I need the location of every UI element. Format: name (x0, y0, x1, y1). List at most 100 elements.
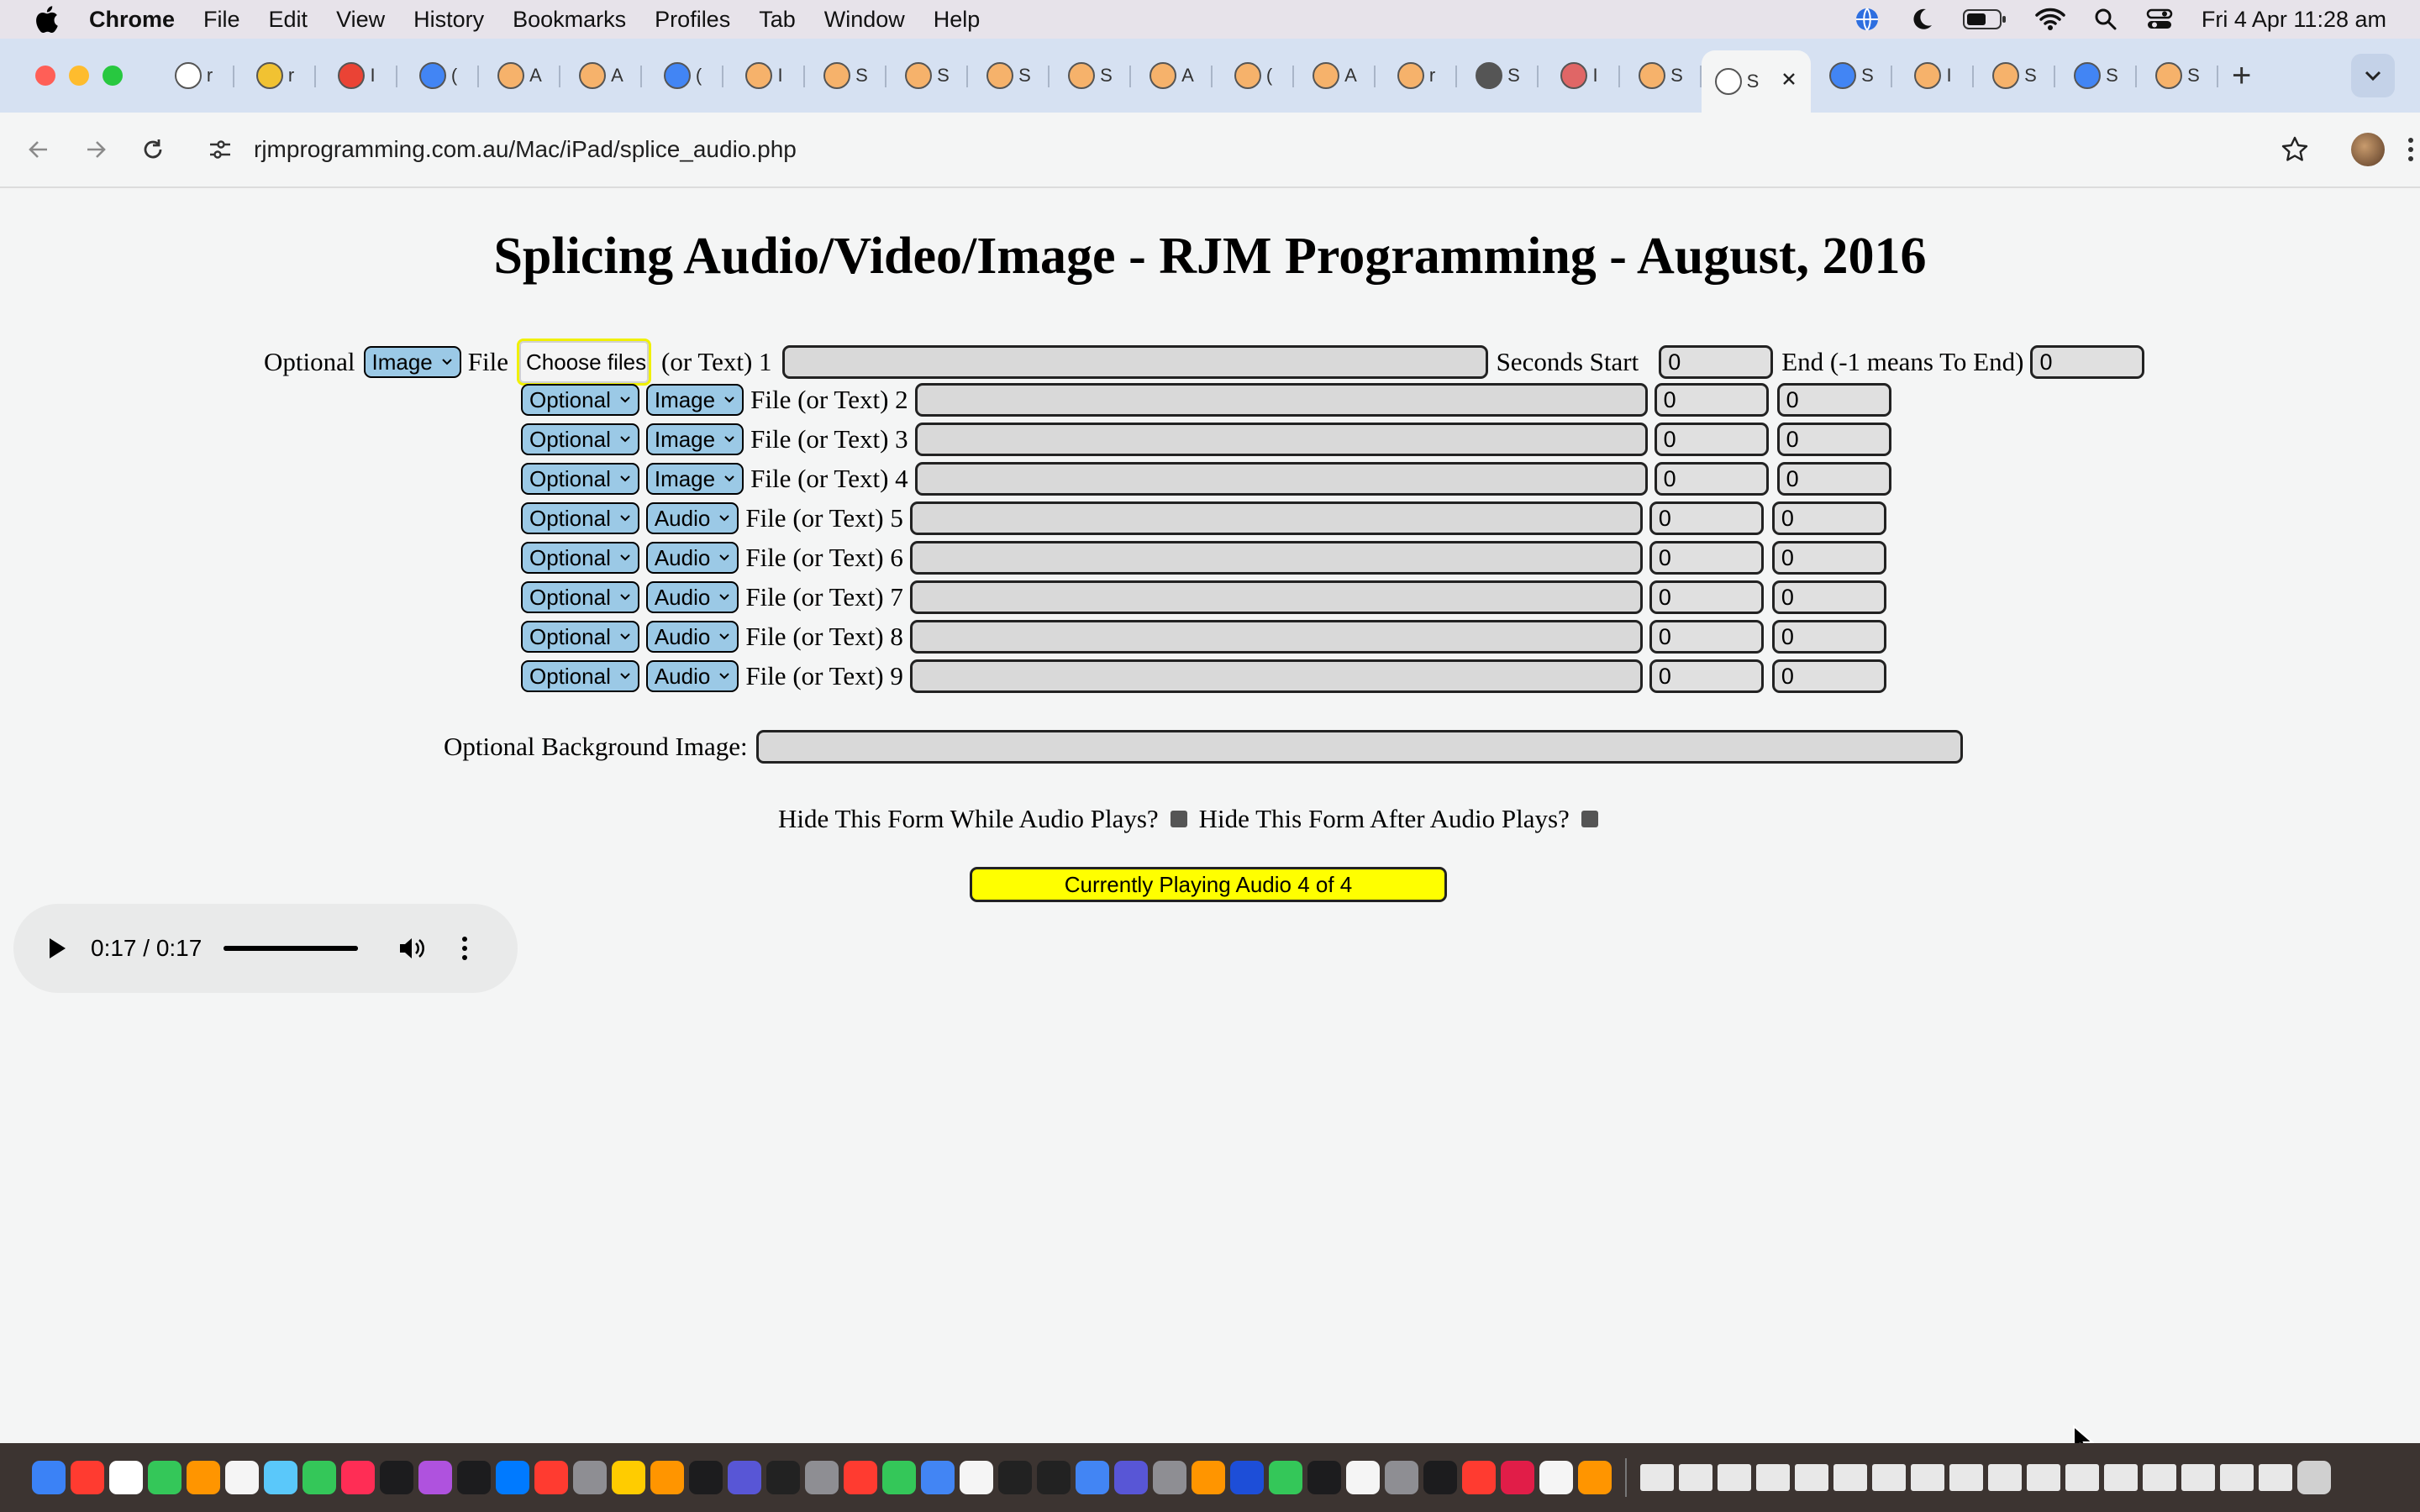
optional-select[interactable]: Optional (521, 581, 639, 613)
dock-app-icon[interactable] (573, 1461, 607, 1494)
optional-select[interactable]: Optional (521, 384, 639, 416)
menu-tab[interactable]: Tab (759, 7, 796, 33)
dock-app-icon[interactable] (921, 1461, 955, 1494)
play-icon[interactable] (47, 936, 72, 961)
start-seconds-input-6[interactable]: 0 (1649, 541, 1764, 575)
globe-icon[interactable] (1854, 6, 1881, 33)
back-button[interactable] (20, 131, 57, 168)
file-text-input-3[interactable] (914, 423, 1648, 456)
dock-minimized-window[interactable] (1911, 1464, 1944, 1491)
end-seconds-input-8[interactable]: 0 (1771, 620, 1886, 654)
dock-app-icon[interactable] (1076, 1461, 1109, 1494)
dock-app-icon[interactable] (766, 1461, 800, 1494)
start-seconds-input-1[interactable]: 0 (1659, 345, 1774, 379)
type-select[interactable]: Image (363, 346, 461, 378)
end-seconds-input-1[interactable]: 0 (2030, 345, 2145, 379)
tab[interactable]: S (1457, 49, 1539, 102)
type-select[interactable]: Audio (645, 502, 739, 534)
dock-minimized-window[interactable] (2143, 1464, 2176, 1491)
dock-app-icon[interactable] (264, 1461, 297, 1494)
type-select[interactable]: Image (645, 423, 744, 455)
menu-bookmarks[interactable]: Bookmarks (513, 7, 626, 33)
end-seconds-input-6[interactable]: 0 (1771, 541, 1886, 575)
type-select[interactable]: Audio (645, 621, 739, 653)
audio-more-options-icon[interactable] (462, 937, 468, 960)
address-bar[interactable]: rjmprogramming.com.au/Mac/iPad/splice_au… (197, 123, 2323, 176)
end-seconds-input-9[interactable]: 0 (1771, 659, 1886, 693)
dock-app-icon[interactable] (71, 1461, 104, 1494)
dock-minimized-window[interactable] (1988, 1464, 2022, 1491)
dock-app-icon[interactable] (109, 1461, 143, 1494)
dock-app-icon[interactable] (844, 1461, 877, 1494)
dock-app-icon[interactable] (496, 1461, 529, 1494)
tab-active[interactable]: S (1702, 50, 1811, 113)
url-text[interactable]: rjmprogramming.com.au/Mac/iPad/splice_au… (254, 136, 797, 163)
wifi-icon[interactable] (2035, 8, 2065, 31)
menu-help[interactable]: Help (934, 7, 981, 33)
tab[interactable]: S (2137, 49, 2218, 102)
dock-app-icon[interactable] (689, 1461, 723, 1494)
file-text-input-9[interactable] (909, 659, 1643, 693)
tab[interactable]: S (968, 49, 1050, 102)
menu-window[interactable]: Window (824, 7, 905, 33)
close-window-button[interactable] (35, 66, 55, 86)
dock-app-icon[interactable] (341, 1461, 375, 1494)
menu-file[interactable]: File (203, 7, 240, 33)
dock-minimized-window[interactable] (1640, 1464, 1674, 1491)
end-seconds-input-7[interactable]: 0 (1771, 580, 1886, 614)
dock-app-icon[interactable] (1578, 1461, 1612, 1494)
tab[interactable]: I (1539, 49, 1620, 102)
optional-select[interactable]: Optional (521, 423, 639, 455)
end-seconds-input-2[interactable]: 0 (1776, 383, 1891, 417)
tab[interactable]: A (1131, 49, 1213, 102)
tab[interactable]: S (1620, 49, 1702, 102)
dock-app-icon[interactable] (302, 1461, 336, 1494)
spotlight-search-icon[interactable] (2094, 8, 2118, 31)
dock-app-icon[interactable] (1539, 1461, 1573, 1494)
tab[interactable]: S (1811, 49, 1892, 102)
dock-app-icon[interactable] (534, 1461, 568, 1494)
dock-app-icon[interactable] (650, 1461, 684, 1494)
reload-button[interactable] (134, 131, 171, 168)
dock-minimized-window[interactable] (2027, 1464, 2060, 1491)
dock-minimized-window[interactable] (2259, 1464, 2292, 1491)
control-center-icon[interactable] (2146, 8, 2173, 31)
menu-clock[interactable]: Fri 4 Apr 11:28 am (2202, 7, 2386, 33)
dock-app-icon[interactable] (805, 1461, 839, 1494)
forward-button[interactable] (77, 131, 114, 168)
tab[interactable]: S (886, 49, 968, 102)
dock-app-icon[interactable] (1462, 1461, 1496, 1494)
tab[interactable]: S (2055, 49, 2137, 102)
dock-minimized-window[interactable] (2104, 1464, 2138, 1491)
optional-select[interactable]: Optional (521, 660, 639, 692)
dock-minimized-window[interactable] (1833, 1464, 1867, 1491)
dock-app-icon[interactable] (1501, 1461, 1534, 1494)
moon-icon[interactable] (1909, 7, 1934, 32)
tab[interactable]: I (316, 49, 397, 102)
audio-progress-slider[interactable] (224, 946, 359, 951)
dock-app-icon[interactable] (612, 1461, 645, 1494)
dock-app-icon[interactable] (457, 1461, 491, 1494)
menu-app-name[interactable]: Chrome (89, 7, 175, 33)
start-seconds-input-3[interactable]: 0 (1654, 423, 1769, 456)
tab[interactable]: A (560, 49, 642, 102)
file-text-input-7[interactable] (909, 580, 1643, 614)
tab-search-button[interactable] (2351, 54, 2395, 97)
dock-app-icon[interactable] (1192, 1461, 1225, 1494)
type-select[interactable]: Image (645, 463, 744, 495)
menu-edit[interactable]: Edit (269, 7, 308, 33)
start-seconds-input-7[interactable]: 0 (1649, 580, 1764, 614)
end-seconds-input-5[interactable]: 0 (1771, 501, 1886, 535)
background-image-input[interactable] (755, 730, 1963, 764)
file-text-input-6[interactable] (909, 541, 1643, 575)
tab[interactable]: r (234, 49, 316, 102)
dock-app-icon[interactable] (148, 1461, 182, 1494)
zoom-window-button[interactable] (103, 66, 123, 86)
menu-history[interactable]: History (413, 7, 484, 33)
dock-minimized-window[interactable] (2181, 1464, 2215, 1491)
tab[interactable]: ( (397, 49, 479, 102)
type-select[interactable]: Audio (645, 581, 739, 613)
battery-icon[interactable] (1962, 8, 2007, 30)
dock-app-icon[interactable] (1346, 1461, 1380, 1494)
tab[interactable]: A (479, 49, 560, 102)
